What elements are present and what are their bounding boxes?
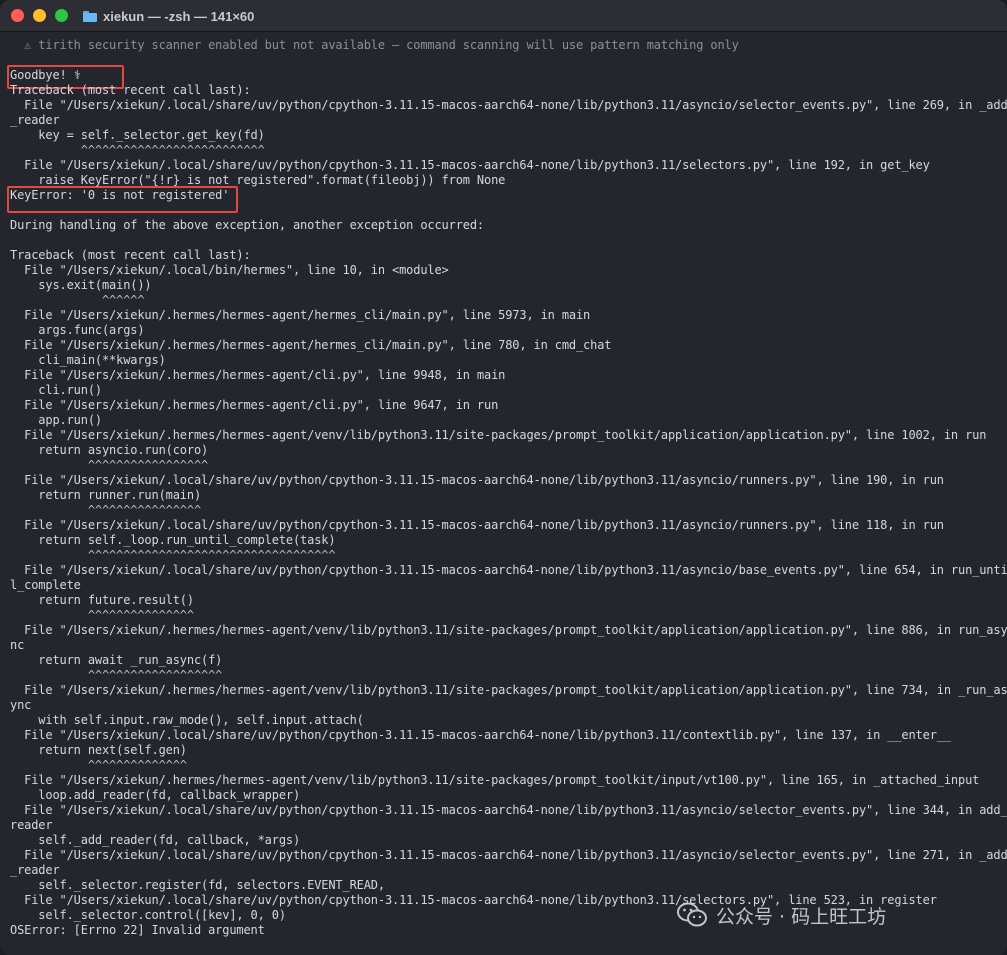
terminal-line: File "/Users/xiekun/.hermes/hermes-agent… <box>10 773 980 787</box>
terminal-line: During handling of the above exception, … <box>10 218 484 232</box>
terminal-line: OSError: [Errno 22] Invalid argument <box>10 923 265 937</box>
terminal-line: ⚠ tirith security scanner enabled but no… <box>10 38 739 52</box>
terminal-line: sys.exit(main()) <box>10 278 152 292</box>
terminal-line: return await _run_async(f) <box>10 653 223 667</box>
terminal-line: ^^^^^^^^^^^^^^^^^^^^^^^^^^ <box>10 143 265 157</box>
terminal-line: raise KeyError("{!r} is not registered".… <box>10 173 506 187</box>
terminal-line: _reader <box>10 113 60 127</box>
zoom-button[interactable] <box>55 9 68 22</box>
terminal-line: KeyError: '0 is not registered' <box>10 188 230 202</box>
terminal-line: self._selector.register(fd, selectors.EV… <box>10 878 385 892</box>
terminal-line: self._selector.control([kev], 0, 0) <box>10 908 286 922</box>
terminal-line: return runner.run(main) <box>10 488 202 502</box>
terminal-line: File "/Users/xiekun/.hermes/hermes-agent… <box>10 683 1007 697</box>
terminal-line: File "/Users/xiekun/.hermes/hermes-agent… <box>10 428 987 442</box>
terminal-line: File "/Users/xiekun/.local/share/uv/pyth… <box>10 158 930 172</box>
minimize-button[interactable] <box>33 9 46 22</box>
terminal-line: return self._loop.run_until_complete(tas… <box>10 533 336 547</box>
terminal-line: Traceback (most recent call last): <box>10 248 251 262</box>
terminal-line: app.run() <box>10 413 102 427</box>
terminal-line: File "/Users/xiekun/.hermes/hermes-agent… <box>10 308 591 322</box>
title-bar[interactable]: xiekun — -zsh — 141×60 <box>0 0 1007 32</box>
terminal-line: File "/Users/xiekun/.hermes/hermes-agent… <box>10 368 506 382</box>
terminal-line: ^^^^^^ <box>10 293 145 307</box>
terminal-line: ^^^^^^^^^^^^^^^^^ <box>10 458 209 472</box>
watermark: 公众号 · 码上旺工坊 <box>676 900 886 930</box>
terminal-line: File "/Users/xiekun/.local/share/uv/pyth… <box>10 563 1007 577</box>
terminal-output[interactable]: ⚠ tirith security scanner enabled but no… <box>7 38 1007 948</box>
terminal-line: File "/Users/xiekun/.local/share/uv/pyth… <box>10 803 1007 817</box>
terminal-line: Goodbye! ⚕ <box>10 68 81 82</box>
terminal-line: nc <box>10 638 25 652</box>
terminal-line: ^^^^^^^^^^^^^^^^ <box>10 503 202 517</box>
terminal-line: File "/Users/xiekun/.local/share/uv/pyth… <box>10 848 1007 862</box>
terminal-line: with self.input.raw_mode(), self.input.a… <box>10 713 364 727</box>
terminal-line: reader <box>10 818 53 832</box>
terminal-line: key = self._selector.get_key(fd) <box>10 128 265 142</box>
terminal-line: _reader <box>10 863 60 877</box>
terminal-line: self._add_reader(fd, callback, *args) <box>10 833 301 847</box>
watermark-text: 公众号 · 码上旺工坊 <box>716 905 887 928</box>
terminal-line: args.func(args) <box>10 323 145 337</box>
window-title: xiekun — -zsh — 141×60 <box>103 8 255 24</box>
terminal-line: File "/Users/xiekun/.hermes/hermes-agent… <box>10 338 612 352</box>
terminal-line: File "/Users/xiekun/.hermes/hermes-agent… <box>10 398 499 412</box>
terminal-line: File "/Users/xiekun/.local/share/uv/pyth… <box>10 98 1007 112</box>
terminal-line: return asyncio.run(coro) <box>10 443 209 457</box>
close-button[interactable] <box>11 9 24 22</box>
terminal-line: File "/Users/xiekun/.local/share/uv/pyth… <box>10 728 951 742</box>
terminal-window: xiekun — -zsh — 141×60 ⚠ tirith security… <box>0 0 1007 955</box>
terminal-line: File "/Users/xiekun/.local/share/uv/pyth… <box>10 518 944 532</box>
terminal-line: ^^^^^^^^^^^^^^ <box>10 758 187 772</box>
terminal-line: return next(self.gen) <box>10 743 187 757</box>
terminal-line: cli_main(**kwargs) <box>10 353 166 367</box>
terminal-line: File "/Users/xiekun/.hermes/hermes-agent… <box>10 623 1007 637</box>
terminal-line: ^^^^^^^^^^^^^^^ <box>10 608 194 622</box>
folder-icon <box>83 10 97 22</box>
terminal-line: Traceback (most recent call last): <box>10 83 251 97</box>
terminal-line: ^^^^^^^^^^^^^^^^^^^^^^^^^^^^^^^^^^^ <box>10 548 336 562</box>
window-title-group: xiekun — -zsh — 141×60 <box>83 6 254 26</box>
terminal-line: l_complete <box>10 578 81 592</box>
wechat-icon <box>677 902 707 927</box>
terminal-line: loop.add_reader(fd, callback_wrapper) <box>10 788 301 802</box>
terminal-line: File "/Users/xiekun/.local/bin/hermes", … <box>10 263 449 277</box>
terminal-line: File "/Users/xiekun/.local/share/uv/pyth… <box>10 473 944 487</box>
terminal-line: ync <box>10 698 32 712</box>
terminal-line: ^^^^^^^^^^^^^^^^^^^ <box>10 668 223 682</box>
terminal-line: cli.run() <box>10 383 102 397</box>
terminal-line: return future.result() <box>10 593 194 607</box>
